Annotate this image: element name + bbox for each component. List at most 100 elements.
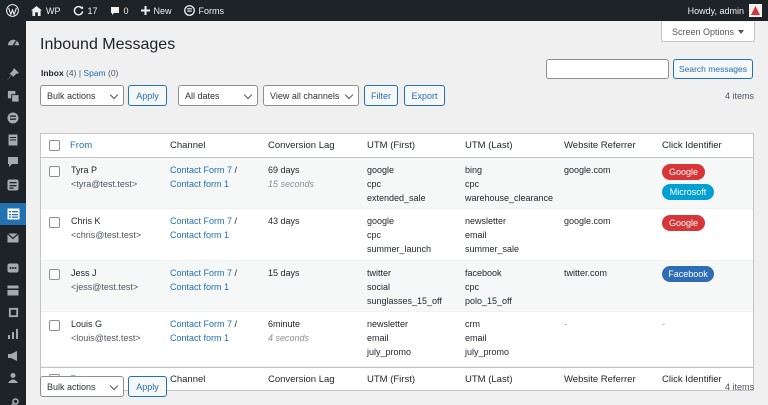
admin-menu <box>0 21 26 405</box>
view-spam[interactable]: Spam (0) <box>83 68 118 78</box>
utm-last-source: bing <box>465 165 483 175</box>
column-channel: Channel <box>170 140 206 151</box>
dashboard-icon[interactable] <box>0 31 26 53</box>
mail-icon[interactable] <box>0 227 26 249</box>
row-checkbox[interactable] <box>49 269 60 280</box>
channel-link[interactable]: Contact Form 7 <box>170 319 232 329</box>
pin-icon[interactable] <box>0 63 26 85</box>
utm-first-source: google <box>367 216 395 226</box>
forms-icon[interactable] <box>0 107 26 129</box>
apply-button[interactable]: Apply <box>128 85 167 106</box>
website-referrer: google.com <box>564 165 611 175</box>
column-utm-last: UTM (Last) <box>465 374 513 385</box>
channels-value: View all channels <box>270 90 340 101</box>
facebook-badge: Facebook <box>662 266 714 282</box>
tools-icon[interactable] <box>0 393 26 405</box>
wordpress-logo-icon[interactable] <box>0 0 25 21</box>
column-website-referrer: Website Referrer <box>564 374 636 385</box>
column-from[interactable]: From <box>70 140 92 151</box>
forms-label: Forms <box>198 5 225 16</box>
channel-form-link[interactable]: Contact form 1 <box>170 229 229 242</box>
pages-icon[interactable] <box>0 129 26 151</box>
column-utm-first: UTM (First) <box>367 140 416 151</box>
from-name[interactable]: Jess J <box>71 267 97 280</box>
channel-link[interactable]: Contact Form 7 <box>170 268 232 278</box>
channels-select[interactable]: View all channels <box>263 85 359 106</box>
conversion-lag: 69 days <box>268 165 300 175</box>
utm-first-medium: social <box>367 282 391 292</box>
avatar <box>749 4 762 17</box>
select-all-checkbox[interactable] <box>49 140 60 151</box>
from-email: <jess@test.test> <box>71 282 139 292</box>
my-account[interactable]: Howdy, admin <box>688 4 768 17</box>
table-header: From Channel Conversion Lag UTM (First) … <box>41 134 753 158</box>
screen-options-label: Screen Options <box>671 26 735 37</box>
export-button[interactable]: Export <box>404 85 445 106</box>
appearance-icon[interactable] <box>0 279 26 301</box>
conversion-lag: 43 days <box>268 216 300 226</box>
from-name[interactable]: Chris K <box>71 215 101 228</box>
utm-last-medium: email <box>465 333 487 343</box>
messages-table: From Channel Conversion Lag UTM (First) … <box>40 133 754 391</box>
channel-form-link[interactable]: Contact form 1 <box>170 178 229 191</box>
from-name[interactable]: Tyra P <box>71 164 97 177</box>
page-title: Inbound Messages <box>40 36 176 53</box>
search-messages-button[interactable]: Search messages <box>673 59 753 79</box>
utm-last-source: newsletter <box>465 216 507 226</box>
channel-form-link[interactable]: Contact form 1 <box>170 332 229 345</box>
users-icon[interactable] <box>0 367 26 389</box>
main-content: Screen Options Inbound Messages Inbox (4… <box>26 21 768 405</box>
search-input[interactable] <box>546 59 669 79</box>
dates-select[interactable]: All dates <box>178 85 258 106</box>
bulk-actions-select-bottom[interactable]: Bulk actions <box>40 376 124 397</box>
inbound-messages-icon[interactable] <box>0 203 26 225</box>
column-conversion-lag: Conversion Lag <box>268 374 335 385</box>
screen-options-button[interactable]: Screen Options <box>661 22 755 42</box>
view-inbox[interactable]: Inbox (4) <box>41 68 76 78</box>
column-utm-first: UTM (First) <box>367 374 416 385</box>
updates-link[interactable]: 17 <box>67 0 104 21</box>
chevron-down-icon <box>109 90 119 100</box>
apply-button-bottom[interactable]: Apply <box>128 376 167 397</box>
comments-count: 0 <box>123 5 129 16</box>
table-row: Jess J <jess@test.test> Contact Form 7 /… <box>41 261 753 312</box>
bulk-actions-select[interactable]: Bulk actions <box>40 85 124 106</box>
plugins-icon[interactable] <box>0 301 26 323</box>
media-icon[interactable] <box>0 85 26 107</box>
from-email: <chris@test.test> <box>71 230 142 240</box>
admin-bar: WP 17 0 New Forms Howdy, admin <box>0 0 768 21</box>
utm-last-medium: cpc <box>465 179 480 189</box>
filter-button[interactable]: Filter <box>364 85 398 106</box>
row-checkbox[interactable] <box>49 217 60 228</box>
website-referrer: twitter.com <box>564 268 608 278</box>
feedback-icon[interactable] <box>0 257 26 279</box>
comment-icon <box>110 6 119 15</box>
chevron-down-icon <box>109 381 119 391</box>
comments-link[interactable]: 0 <box>104 0 135 21</box>
row-checkbox[interactable] <box>49 320 60 331</box>
site-name-link[interactable]: WP <box>25 0 67 21</box>
from-name[interactable]: Louis G <box>71 318 102 331</box>
forms-link[interactable]: Forms <box>178 0 231 21</box>
channel-link[interactable]: Contact Form 7 <box>170 216 232 226</box>
greeting: Howdy, admin <box>687 5 744 16</box>
marketing-icon[interactable] <box>0 345 26 367</box>
comments-icon[interactable] <box>0 151 26 173</box>
microsoft-badge: Microsoft <box>662 184 714 200</box>
stats-icon[interactable] <box>0 323 26 345</box>
conversion-lag: 15 days <box>268 268 300 278</box>
forms-alt-icon[interactable] <box>0 174 26 196</box>
table-row: Tyra P <tyra@test.test> Contact Form 7 /… <box>41 158 753 209</box>
column-channel: Channel <box>170 374 206 385</box>
channel-form-link[interactable]: Contact form 1 <box>170 281 229 294</box>
channel-link[interactable]: Contact Form 7 <box>170 165 232 175</box>
plus-icon <box>140 6 150 15</box>
google-badge: Google <box>662 215 705 231</box>
row-checkbox[interactable] <box>49 166 60 177</box>
utm-first-campaign: extended_sale <box>367 193 426 203</box>
new-content-link[interactable]: New <box>135 0 178 21</box>
column-utm-last: UTM (Last) <box>465 140 513 151</box>
channel-cell: Contact Form 7 / <box>170 165 238 175</box>
from-email: <louis@test.test> <box>71 333 141 343</box>
table-row: Louis G <louis@test.test> Contact Form 7… <box>41 312 753 367</box>
